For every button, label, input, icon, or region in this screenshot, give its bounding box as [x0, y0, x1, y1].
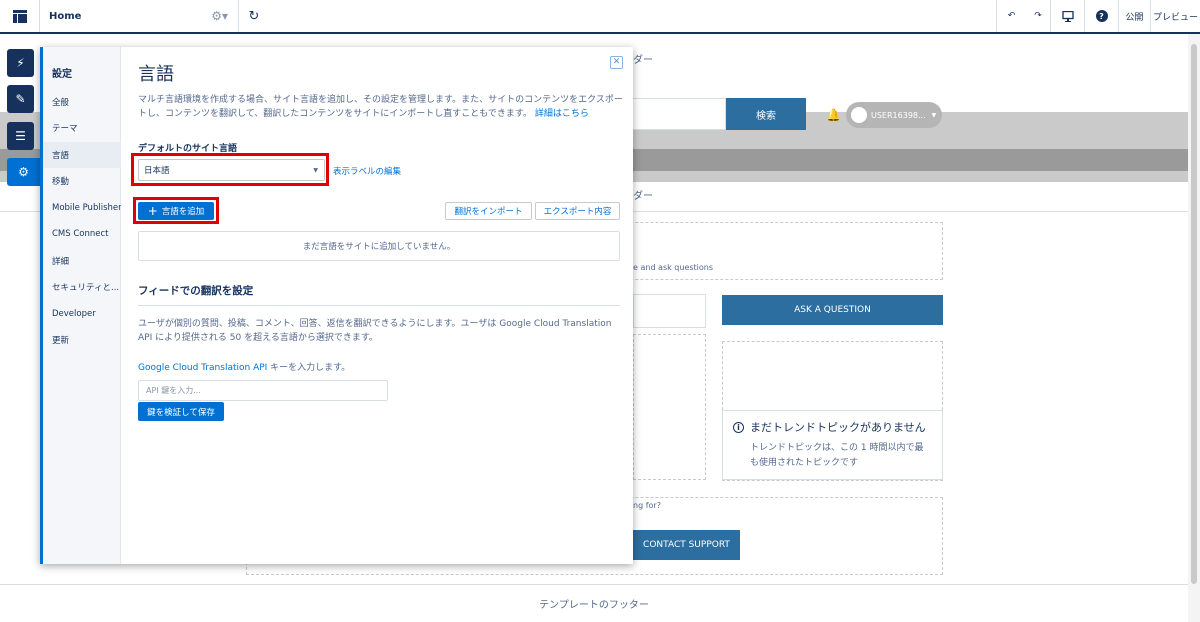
scrollbar-thumb[interactable]	[1191, 44, 1197, 584]
refresh-icon[interactable]: ↻	[239, 0, 269, 32]
toolbar-actions: ↶ ↷ ? 公開 プレビュー	[996, 0, 1200, 32]
feed-translation-heading: フィードでの翻訳を設定	[138, 285, 254, 297]
search-box-region	[633, 294, 706, 328]
lightning-icon[interactable]: ⚡	[7, 49, 34, 77]
settings-gear-icon[interactable]: ⚙	[7, 158, 40, 186]
info-icon: i	[733, 421, 744, 433]
contact-support-button[interactable]: CONTACT SUPPORT	[633, 530, 740, 560]
redo-icon[interactable]: ↷	[1026, 0, 1050, 32]
export-button[interactable]: エクスポート内容	[535, 202, 620, 220]
nav-item-mobile-publisher[interactable]: Mobile Publisher	[43, 195, 121, 221]
close-icon[interactable]: ✕	[610, 56, 623, 69]
content-region	[633, 334, 706, 480]
list-icon[interactable]: ☰	[7, 122, 34, 150]
no-languages-message: まだ言語をサイトに追加していません。	[138, 231, 620, 261]
api-key-label: Google Cloud Translation API キーを入力します。	[138, 360, 350, 373]
help-icon[interactable]: ?	[1084, 0, 1118, 32]
nav-item-security[interactable]: セキュリティと...	[43, 274, 121, 300]
nav-item-cms-connect[interactable]: CMS Connect	[43, 221, 121, 247]
trending-topics-card: i まだトレンドトピックがありません トレンドトピックは、この 1 時間以内で最…	[722, 410, 943, 480]
settings-nav-title: 設定	[52, 69, 72, 80]
api-key-input[interactable]: API 鍵を入力...	[138, 380, 388, 401]
settings-nav: 設定 全般 テーマ 言語 移動 Mobile Publisher CMS Con…	[43, 47, 121, 564]
support-prompt: ng for?	[633, 501, 661, 510]
settings-content: ✕ 言語 マルチ言語環境を作成する場合、サイト言語を追加し、その設定を管理します…	[121, 47, 633, 564]
nav-item-theme[interactable]: テーマ	[43, 115, 121, 141]
publish-button[interactable]: 公開	[1118, 0, 1150, 32]
page-name: Home	[49, 10, 82, 22]
header-region-label: ダー	[633, 55, 653, 66]
trend-description: トレンドトピックは、この 1 時間以内で最も使用されたトピックです	[750, 443, 924, 468]
nav-item-developer[interactable]: Developer	[43, 301, 121, 327]
highlight-box	[133, 197, 219, 224]
nav-item-languages[interactable]: 言語	[43, 142, 121, 168]
device-preview-icon[interactable]	[1050, 0, 1084, 32]
trend-heading: i まだトレンドトピックがありません	[733, 419, 932, 435]
import-translations-button[interactable]: 翻訳をインポート	[445, 202, 532, 220]
user-name: USER16398...	[871, 110, 926, 120]
bell-icon[interactable]: 🔔	[826, 108, 841, 122]
undo-icon[interactable]: ↶	[996, 0, 1026, 32]
trend-title: まだトレンドトピックがありません	[750, 421, 926, 434]
nav-item-navigation[interactable]: 移動	[43, 168, 121, 194]
nav-item-general[interactable]: 全般	[43, 89, 121, 115]
avatar	[851, 107, 867, 123]
nav-item-updates[interactable]: 更新	[43, 327, 121, 353]
verify-save-button[interactable]: 鍵を検証して保存	[138, 402, 224, 421]
template-footer: テンプレートのフッター	[0, 584, 1188, 622]
languages-description: マルチ言語環境を作成する場合、サイト言語を追加し、その設定を管理します。また、サ…	[138, 93, 623, 121]
learn-more-link[interactable]: 詳細はこちら	[535, 109, 589, 119]
nav-item-advanced[interactable]: 詳細	[43, 248, 121, 274]
settings-panel: 設定 全般 テーマ 言語 移動 Mobile Publisher CMS Con…	[40, 47, 633, 564]
page-selector[interactable]: Home ⚙▾	[40, 0, 239, 32]
page-scrollbar[interactable]	[1188, 34, 1200, 622]
headline-subtext: e and ask questions	[633, 263, 714, 272]
chevron-down-icon: ▼	[931, 111, 937, 119]
api-key-label-text: キーを入力します。	[267, 363, 351, 373]
layout-icon	[12, 9, 27, 23]
left-rail: ⚡ ✎ ☰ ⚙	[0, 34, 40, 622]
edit-labels-link[interactable]: 表示ラベルの編集	[333, 165, 401, 177]
app-switcher[interactable]	[0, 0, 40, 32]
page-title: 言語	[138, 64, 174, 85]
feed-translation-description: ユーザが個別の質問、投稿、コメント、回答、返信を翻訳できるようにします。ユーザは…	[138, 319, 612, 343]
divider	[138, 305, 620, 306]
search-field[interactable]	[626, 98, 726, 130]
ask-question-button[interactable]: ASK A QUESTION	[722, 295, 943, 325]
footer-label: テンプレートのフッター	[539, 600, 649, 611]
highlight-box	[131, 153, 329, 186]
google-translation-api-link[interactable]: Google Cloud Translation API	[138, 363, 267, 373]
preview-button[interactable]: プレビュー	[1150, 0, 1200, 32]
brush-icon[interactable]: ✎	[7, 85, 34, 113]
gear-icon[interactable]: ⚙▾	[211, 9, 228, 23]
user-menu[interactable]: USER16398... ▼	[846, 102, 942, 128]
search-button[interactable]: 検索	[726, 98, 806, 130]
builder-toolbar: Home ⚙▾ ↻ ↶ ↷ ? 公開 プレビュー	[0, 0, 1200, 34]
